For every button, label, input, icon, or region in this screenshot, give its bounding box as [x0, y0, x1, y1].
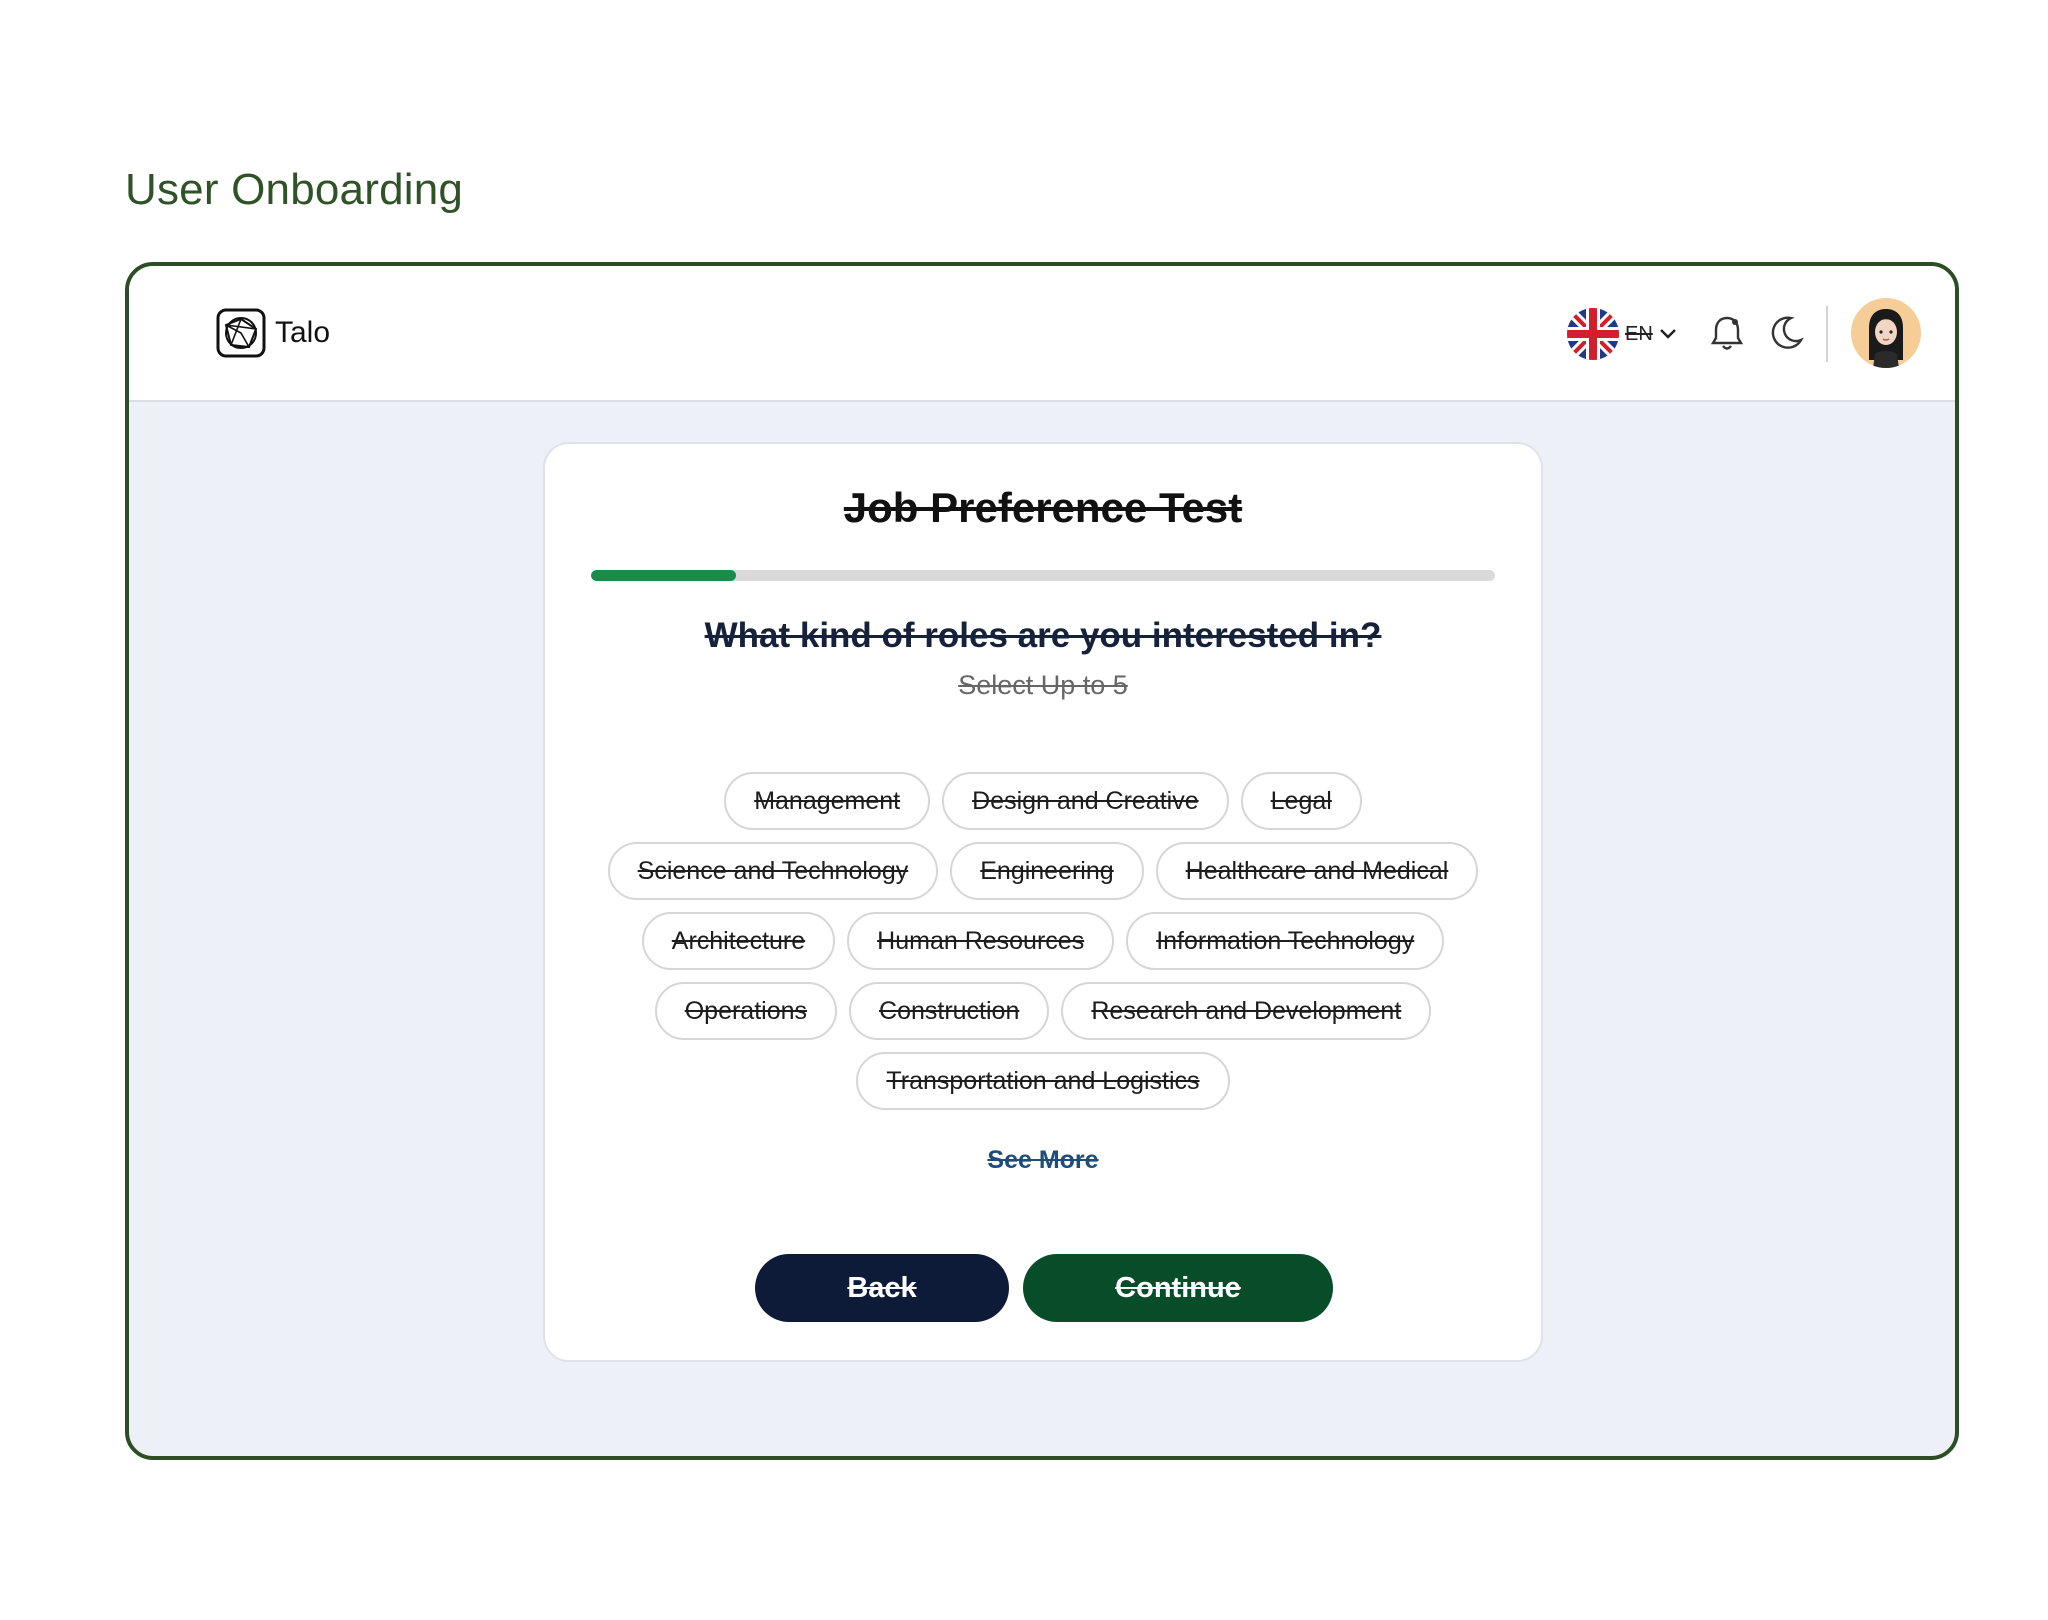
- navbar-divider: [1826, 306, 1828, 362]
- section-title: User Onboarding: [125, 165, 464, 214]
- selection-hint: Select Up to 5: [958, 670, 1128, 700]
- brand-logo[interactable]: Talo: [215, 307, 330, 359]
- user-avatar[interactable]: [1851, 298, 1921, 368]
- role-chip-information-technology[interactable]: Information Technology: [1126, 912, 1445, 970]
- role-chip-research-and-development[interactable]: Research and Development: [1061, 982, 1432, 1040]
- role-chip-transportation-and-logistics[interactable]: Transportation and Logistics: [856, 1052, 1230, 1110]
- role-chip-human-resources[interactable]: Human Resources: [847, 912, 1115, 970]
- role-chip-legal[interactable]: Legal: [1240, 772, 1362, 830]
- moon-icon[interactable]: [1767, 314, 1805, 352]
- role-chip-operations[interactable]: Operations: [654, 982, 838, 1040]
- top-navbar: Talo EN: [129, 266, 1955, 402]
- chevron-down-icon: [1659, 329, 1676, 339]
- talo-logo-icon: [216, 308, 266, 358]
- language-code: EN: [1625, 322, 1653, 345]
- language-selector[interactable]: EN: [1567, 308, 1677, 360]
- role-chip-construction[interactable]: Construction: [849, 982, 1050, 1040]
- question-text: What kind of roles are you interested in…: [704, 616, 1382, 655]
- role-chip-management[interactable]: Management: [724, 772, 931, 830]
- bell-icon[interactable]: [1709, 314, 1745, 352]
- onboarding-card: Job Preference Test What kind of roles a…: [543, 442, 1543, 1362]
- continue-button[interactable]: Continue: [1023, 1254, 1333, 1322]
- role-chip-engineering[interactable]: Engineering: [950, 842, 1144, 900]
- progress-bar-fill: [591, 570, 736, 581]
- see-more-link[interactable]: See More: [545, 1146, 1541, 1175]
- role-options: Management Design and Creative Legal Sci…: [585, 772, 1501, 1110]
- back-button[interactable]: Back: [755, 1254, 1009, 1322]
- role-chip-architecture[interactable]: Architecture: [641, 912, 836, 970]
- progress-bar: [591, 570, 1495, 581]
- avatar-illustration: [1869, 309, 1903, 368]
- role-chip-design-and-creative[interactable]: Design and Creative: [942, 772, 1229, 830]
- page-title: Job Preference Test: [843, 484, 1243, 531]
- role-chip-science-and-technology[interactable]: Science and Technology: [607, 842, 939, 900]
- role-chip-healthcare-and-medical[interactable]: Healthcare and Medical: [1155, 842, 1479, 900]
- brand-name: Talo: [275, 316, 331, 349]
- app-window: Talo EN Job Preference Test What kind of…: [125, 262, 1959, 1460]
- uk-flag-icon: [1567, 308, 1619, 360]
